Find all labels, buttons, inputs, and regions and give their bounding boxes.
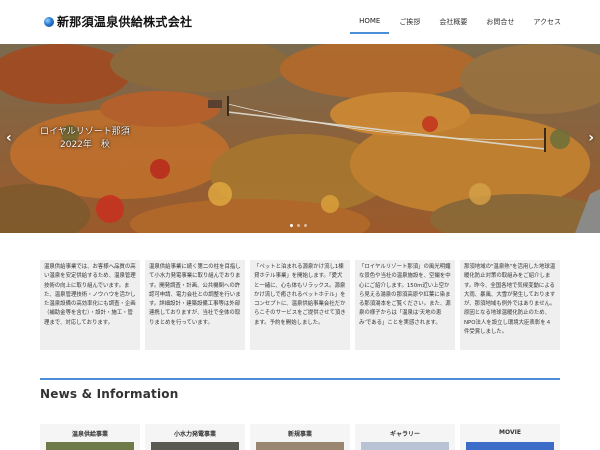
- site-header: 新那須温泉供給株式会社 HOME ご挨拶 会社概要 お問合せ アクセス: [0, 0, 600, 44]
- globe-logo-icon: [44, 16, 54, 27]
- section-divider: [40, 378, 560, 380]
- slider-dot[interactable]: [304, 224, 307, 227]
- category-thumbnail: [151, 442, 239, 450]
- category-label: 小水力発電事業: [173, 431, 216, 438]
- intro-hydro-power: 温泉供給事業に続く第二の柱を目指して小水力発電事業に取り組んでおります。開発調査…: [145, 260, 245, 350]
- category-movie[interactable]: MOVIE: [460, 424, 560, 450]
- hero-slider: ロイヤルリゾート那須 2022年 秋 ‹ ›: [0, 44, 600, 233]
- category-label: 温泉供給事業: [71, 431, 108, 438]
- slider-dot[interactable]: [297, 224, 300, 227]
- intro-gallery: 「ロイヤルリゾート那須」の風光明媚な景色や当社の温泉施設を、空撮を中心にご紹介し…: [355, 260, 455, 350]
- business-intro-row: 温泉供給事業では、お客様へ品質の高い温泉を安定供給するため、温泉管理技術の向上に…: [40, 260, 560, 350]
- nav-home[interactable]: HOME: [350, 10, 390, 34]
- site-title: 新那須温泉供給株式会社: [57, 15, 193, 29]
- main-nav: HOME ご挨拶 会社概要 お問合せ アクセス: [349, 10, 570, 34]
- slider-dot[interactable]: [290, 224, 293, 227]
- nav-company[interactable]: 会社概要: [430, 10, 476, 34]
- site-logo[interactable]: 新那須温泉供給株式会社: [44, 13, 192, 30]
- prev-slide-icon[interactable]: ‹: [6, 131, 12, 145]
- news-category-tabs: 温泉供給事業 小水力発電事業 新規事業 ギャラリー MOVIE: [40, 424, 560, 450]
- category-thumbnail: [361, 442, 449, 450]
- category-thumbnail: [46, 442, 134, 450]
- intro-pet-hotel: 「ペットと泊まれる源泉かけ流し1棟貸ホテル事業」を開始します。「愛犬と一緒に、心…: [250, 260, 350, 350]
- news-heading: News & Information: [40, 387, 179, 401]
- intro-hot-spring-supply: 温泉供給事業では、お客様へ品質の高い温泉を安定供給するため、温泉管理技術の向上に…: [40, 260, 140, 350]
- category-new-business[interactable]: 新規事業: [250, 424, 350, 450]
- category-gallery[interactable]: ギャラリー: [355, 424, 455, 450]
- category-label: 新規事業: [287, 431, 312, 438]
- slide-caption: ロイヤルリゾート那須 2022年 秋: [40, 126, 130, 152]
- nav-access[interactable]: アクセス: [524, 10, 570, 34]
- category-hot-spring-supply[interactable]: 温泉供給事業: [40, 424, 140, 450]
- category-hydro-power[interactable]: 小水力発電事業: [145, 424, 245, 450]
- next-slide-icon[interactable]: ›: [588, 131, 594, 145]
- slider-pagination: [288, 224, 309, 227]
- nav-greeting[interactable]: ご挨拶: [390, 10, 429, 34]
- slide-caption-title: ロイヤルリゾート那須: [40, 127, 130, 137]
- category-label: ギャラリー: [389, 431, 420, 438]
- category-thumbnail: [256, 442, 344, 450]
- nav-contact[interactable]: お問合せ: [477, 10, 523, 34]
- slide-caption-subtitle: 2022年 秋: [60, 140, 110, 150]
- intro-global-warming: 那須地域の"温泉熱"を活用した地球温暖化防止対策の取組みをご紹介します。昨今、全…: [460, 260, 560, 350]
- category-thumbnail: [466, 442, 554, 450]
- category-label: MOVIE: [499, 429, 521, 436]
